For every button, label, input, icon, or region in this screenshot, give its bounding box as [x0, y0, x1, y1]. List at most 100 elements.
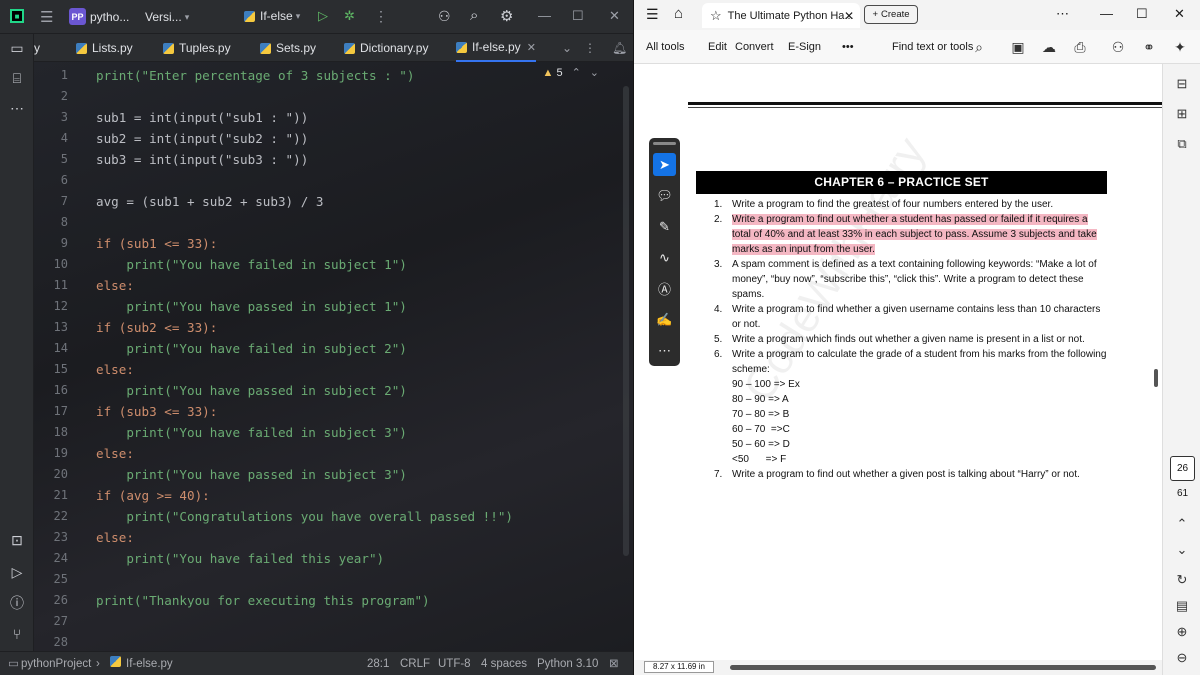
- git-icon[interactable]: ⑂: [9, 626, 25, 642]
- home-icon[interactable]: ⌂: [674, 5, 683, 22]
- settings-gear-icon[interactable]: ⚙: [500, 7, 513, 25]
- code-line[interactable]: sub1 = int(input("sub1 : ")): [96, 107, 308, 128]
- run-tool-icon[interactable]: ▷: [9, 564, 25, 580]
- close-tab-icon[interactable]: ✕: [844, 9, 854, 23]
- convert-button[interactable]: Convert: [735, 30, 774, 64]
- highlight-pen-icon[interactable]: ✎: [653, 215, 676, 238]
- cursor-position[interactable]: 28:1: [367, 652, 389, 675]
- python-interpreter[interactable]: Python 3.10: [537, 652, 598, 675]
- problems-icon[interactable]: ⓘ: [9, 595, 25, 611]
- current-page-input[interactable]: 26: [1170, 456, 1195, 481]
- code-line[interactable]: print("You have passed in subject 1"): [96, 296, 407, 317]
- code-editor[interactable]: 1 2 3 4 5 6 7 8 9 10 11 12 13 14 15 16 17 18 19 20 21 22 23 24 2…: [34, 62, 633, 651]
- comments-panel-icon[interactable]: ⊟: [1174, 76, 1190, 92]
- close-icon[interactable]: ✕: [1174, 6, 1185, 22]
- document-tab[interactable]: ☆ The Ultimate Python Ha... ✕: [702, 3, 860, 28]
- tab-tuples[interactable]: Tuples.py: [163, 34, 231, 62]
- item-text-highlight[interactable]: Write a program to find out whether a st…: [732, 214, 1097, 255]
- bookmarks-panel-icon[interactable]: ⊞: [1174, 106, 1190, 122]
- copy-pages-icon[interactable]: ⧉: [1174, 136, 1190, 152]
- code-line[interactable]: else:: [96, 359, 134, 380]
- page-up-icon[interactable]: ⌃: [1174, 516, 1190, 532]
- document-page[interactable]: CodeWithHarry CHAPTER 6 – PRACTICE SET 1…: [634, 64, 1162, 660]
- create-button[interactable]: + Create: [864, 5, 918, 24]
- lock-icon[interactable]: ⊠: [609, 652, 619, 675]
- code-line[interactable]: print("Enter percentage of 3 subjects : …: [96, 65, 414, 86]
- close-icon[interactable]: ✕: [609, 8, 620, 24]
- add-comment-icon[interactable]: 💬︎: [653, 184, 676, 207]
- code-line[interactable]: sub2 = int(input("sub2 : ")): [96, 128, 308, 149]
- code-line[interactable]: else:: [96, 275, 134, 296]
- code-line[interactable]: print("Congratulations you have overall …: [96, 506, 513, 527]
- vcs-widget[interactable]: Versi... ▾: [145, 10, 189, 24]
- notifications-bell-icon[interactable]: 🔔︎: [612, 34, 627, 62]
- code-line[interactable]: print("You have failed in subject 2"): [96, 338, 407, 359]
- code-line[interactable]: else:: [96, 527, 134, 548]
- tab-if-else[interactable]: If-else.py ✕: [456, 34, 536, 62]
- code-line[interactable]: if (sub3 <= 33):: [96, 401, 217, 422]
- more-tools-icon[interactable]: ⋯: [653, 339, 676, 362]
- drag-handle[interactable]: [653, 142, 676, 145]
- tab-partial[interactable]: y: [34, 34, 40, 62]
- tab-lists[interactable]: Lists.py: [76, 34, 133, 62]
- page-down-icon[interactable]: ⌄: [1174, 542, 1190, 558]
- more-options-icon[interactable]: ⋯: [1056, 6, 1069, 22]
- tab-more-icon[interactable]: ⋮: [584, 34, 596, 62]
- share-user-icon[interactable]: ⚇: [1110, 39, 1126, 55]
- zoom-in-icon[interactable]: ⊕: [1174, 624, 1190, 640]
- star-icon[interactable]: ☆: [710, 8, 722, 24]
- more-tools-button[interactable]: •••: [842, 30, 854, 64]
- tab-list-dropdown-icon[interactable]: ⌄: [562, 34, 572, 62]
- page-layout-icon[interactable]: ▤: [1174, 598, 1190, 614]
- find-text-tools[interactable]: Find text or tools: [892, 30, 973, 64]
- run-config-selector[interactable]: If-else ▾: [244, 9, 300, 23]
- add-text-icon[interactable]: Ⓐ: [653, 277, 676, 300]
- menu-icon[interactable]: ☰: [646, 6, 659, 23]
- code-line[interactable]: print("You have failed this year"): [96, 548, 384, 569]
- main-menu-icon[interactable]: ☰: [40, 8, 53, 26]
- debug-icon[interactable]: ✲: [344, 8, 355, 24]
- terminal-icon[interactable]: ⊡: [9, 532, 25, 548]
- save-icon[interactable]: ▣: [1010, 39, 1026, 55]
- select-cursor-icon[interactable]: ➤: [653, 153, 676, 176]
- print-icon[interactable]: ⎙: [1072, 39, 1088, 55]
- ai-assistant-icon[interactable]: ✦: [1172, 39, 1188, 55]
- project-folder-icon[interactable]: ▭: [9, 40, 25, 56]
- esign-button[interactable]: E-Sign: [788, 30, 821, 64]
- code-line[interactable]: print("You have passed in subject 2"): [96, 380, 407, 401]
- run-icon[interactable]: ▷: [318, 8, 328, 24]
- upload-cloud-icon[interactable]: ☁: [1041, 39, 1057, 55]
- code-area[interactable]: print("Enter percentage of 3 subjects : …: [96, 62, 633, 651]
- maximize-icon[interactable]: ☐: [1136, 6, 1148, 22]
- editor-scrollbar[interactable]: [623, 86, 629, 556]
- horizontal-scrollbar[interactable]: [730, 665, 1156, 670]
- fill-sign-icon[interactable]: ✍: [653, 308, 676, 331]
- rotate-icon[interactable]: ↻: [1174, 572, 1190, 588]
- edit-button[interactable]: Edit: [708, 30, 727, 64]
- code-line[interactable]: if (avg >= 40):: [96, 485, 210, 506]
- project-widget[interactable]: PP pytho...: [69, 8, 129, 25]
- file-encoding[interactable]: UTF-8: [438, 652, 471, 675]
- search-icon[interactable]: ⌕: [470, 7, 478, 24]
- code-line[interactable]: print("You have failed in subject 3"): [96, 422, 407, 443]
- minimize-icon[interactable]: —: [538, 8, 551, 23]
- more-actions-icon[interactable]: ⋮: [374, 8, 388, 25]
- close-tab-icon[interactable]: ✕: [527, 41, 536, 54]
- next-highlight-icon[interactable]: ⌄: [590, 66, 599, 79]
- indent-setting[interactable]: 4 spaces: [481, 652, 527, 675]
- code-line[interactable]: if (sub2 <= 33):: [96, 317, 217, 338]
- breadcrumb-file[interactable]: If-else.py: [110, 652, 173, 675]
- code-line[interactable]: else:: [96, 443, 134, 464]
- code-line[interactable]: print("You have passed in subject 3"): [96, 464, 407, 485]
- code-line[interactable]: avg = (sub1 + sub2 + sub3) / 3: [96, 191, 323, 212]
- inspection-widget[interactable]: ▲ 5 ⌃ ⌄: [543, 66, 599, 80]
- search-icon[interactable]: ⌕: [971, 39, 987, 55]
- more-tools-icon[interactable]: ⋯: [9, 100, 25, 116]
- tab-dictionary[interactable]: Dictionary.py: [344, 34, 428, 62]
- zoom-out-icon[interactable]: ⊖: [1174, 650, 1190, 666]
- previous-highlight-icon[interactable]: ⌃: [572, 66, 581, 79]
- all-tools-button[interactable]: All tools: [646, 30, 685, 64]
- line-ending[interactable]: CRLF: [400, 652, 430, 675]
- tab-sets[interactable]: Sets.py: [260, 34, 316, 62]
- document-scrollbar[interactable]: [1154, 369, 1158, 387]
